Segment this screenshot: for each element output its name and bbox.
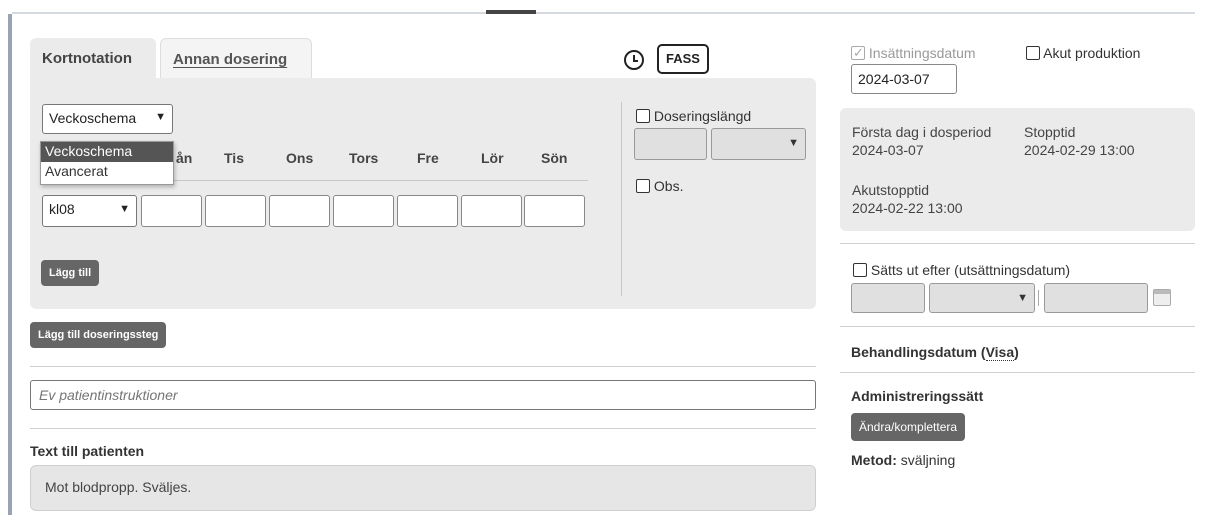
day-header-fre: Fre — [417, 150, 439, 166]
divider — [840, 326, 1195, 327]
top-divider-highlight — [486, 10, 536, 14]
day-header-ons: Ons — [286, 150, 314, 166]
andra-komplettera-button[interactable]: Ändra/komplettera — [851, 413, 966, 441]
utsattning-amount-input[interactable] — [851, 283, 925, 313]
behandlingsdatum-label: Behandlingsdatum ( — [851, 344, 986, 360]
time-select-value: kl08 — [49, 201, 75, 217]
insattningsdatum-label: Insättningsdatum — [868, 45, 976, 61]
insattningsdatum-checkbox[interactable] — [851, 46, 865, 60]
tab-kortnotation[interactable]: Kortnotation — [30, 38, 156, 80]
schema-select[interactable]: Veckoschema ▼ — [42, 104, 173, 134]
lagg-till-button[interactable]: Lägg till — [41, 260, 100, 286]
lagg-till-doseringssteg-button[interactable]: Lägg till doseringssteg — [30, 322, 167, 348]
schema-dropdown-list: Veckoschema Avancerat — [40, 141, 174, 185]
tab-annan-dosering[interactable]: Annan dosering — [160, 38, 312, 80]
dose-input-tis[interactable] — [205, 195, 266, 227]
divider — [30, 428, 816, 429]
text-till-patienten-label: Text till patienten — [30, 443, 145, 459]
dropdown-option-avancerat[interactable]: Avancerat — [41, 162, 173, 182]
panel-vertical-divider — [621, 102, 622, 296]
patient-instructions-input[interactable] — [30, 380, 816, 410]
divider — [30, 366, 816, 367]
metod-row: Metod: sväljning — [851, 452, 955, 468]
time-select[interactable]: kl08 ▼ — [42, 195, 137, 227]
day-header-son: Sön — [541, 150, 568, 166]
chevron-down-icon: ▼ — [1017, 292, 1028, 304]
akut-produktion-checkbox[interactable] — [1026, 46, 1040, 60]
stopptid-value: 2024-02-29 13:00 — [1024, 142, 1135, 158]
dose-input-lor[interactable] — [461, 195, 522, 227]
clock-icon[interactable] — [624, 50, 644, 70]
akutstopptid-label: Akutstopptid — [852, 182, 930, 198]
dose-input-man[interactable] — [141, 195, 202, 227]
calendar-icon[interactable] — [1153, 289, 1171, 306]
forsta-dag-label: Första dag i dosperiod — [852, 124, 992, 140]
behandlingsdatum-suffix: ) — [1014, 344, 1019, 360]
akut-produktion-row: Akut produktion — [1026, 45, 1140, 61]
doseringslangd-label: Doseringslängd — [653, 108, 752, 124]
behandlingsdatum-heading: Behandlingsdatum (Visa) — [851, 344, 1019, 361]
doseringslangd-checkbox[interactable] — [636, 109, 650, 123]
administreringssatt-label: Administreringssätt — [851, 388, 984, 404]
patient-text-field[interactable]: Mot blodpropp. Sväljes. — [30, 465, 816, 511]
fass-button[interactable]: FASS — [657, 44, 709, 74]
obs-row: Obs. — [636, 178, 683, 194]
metod-value: sväljning — [900, 452, 956, 468]
chevron-down-icon: ▼ — [788, 137, 799, 149]
dose-input-tors[interactable] — [333, 195, 394, 227]
dropdown-option-veckoschema[interactable]: Veckoschema — [41, 142, 173, 162]
divider — [840, 243, 1195, 244]
dose-input-fre[interactable] — [397, 195, 458, 227]
divider — [840, 372, 1195, 373]
field-separator — [1038, 290, 1039, 306]
utsattningsdatum-input[interactable] — [1044, 283, 1148, 313]
day-header-man: ån — [176, 150, 193, 166]
insattningsdatum-input[interactable]: 2024-03-07 — [851, 64, 957, 94]
satts-ut-row: Sätts ut efter (utsättningsdatum) — [853, 262, 1070, 278]
insattningsdatum-row: Insättningsdatum — [851, 45, 976, 61]
top-divider — [12, 12, 1195, 14]
dose-input-ons[interactable] — [269, 195, 330, 227]
visa-link[interactable]: Visa — [985, 344, 1015, 361]
obs-checkbox[interactable] — [636, 179, 650, 193]
akut-produktion-label: Akut produktion — [1043, 45, 1141, 61]
obs-label: Obs. — [653, 178, 684, 194]
utsattning-unit-select[interactable]: ▼ — [929, 283, 1035, 313]
schema-select-value: Veckoschema — [49, 110, 137, 126]
satts-ut-label: Sätts ut efter (utsättningsdatum) — [870, 262, 1071, 278]
metod-label: Metod: — [851, 452, 897, 468]
day-header-lor: Lör — [481, 150, 504, 166]
satts-ut-checkbox[interactable] — [853, 263, 867, 277]
akutstopptid-value: 2024-02-22 13:00 — [852, 200, 963, 216]
stopptid-label: Stopptid — [1024, 124, 1076, 140]
chevron-down-icon: ▼ — [119, 203, 130, 215]
forsta-dag-value: 2024-03-07 — [852, 142, 924, 158]
tab-annan-dosering-label: Annan dosering — [173, 51, 288, 68]
dose-input-son[interactable] — [524, 195, 585, 227]
day-header-tors: Tors — [349, 150, 379, 166]
left-accent-bar — [8, 14, 12, 515]
chevron-down-icon: ▼ — [155, 111, 166, 123]
doseringslangd-input[interactable] — [634, 128, 707, 160]
day-header-tis: Tis — [224, 150, 244, 166]
doseringslangd-row: Doseringslängd — [636, 108, 751, 124]
doseringslangd-unit-select[interactable]: ▼ — [711, 128, 806, 160]
